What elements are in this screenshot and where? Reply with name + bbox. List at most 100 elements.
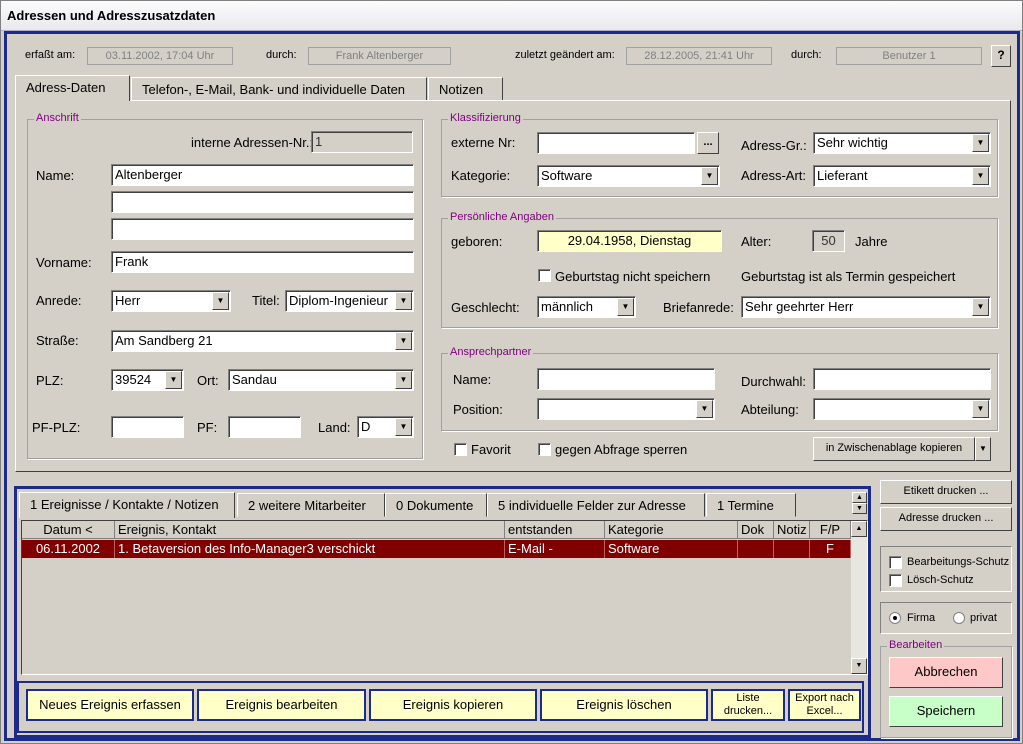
tab-dokumente[interactable]: 0 Dokumente [385,493,487,517]
name-field-2[interactable] [111,191,414,213]
table-scrollbar[interactable]: ▲ ▼ [851,521,867,674]
zwischenablage-button[interactable]: in Zwischenablage kopieren [813,437,975,461]
tab-scroll-down-icon[interactable]: ▼ [852,503,867,514]
loeschschutz-checkbox[interactable] [889,574,902,587]
alter-field: 50 [812,230,845,252]
klassifizierung-title: Klassifizierung [448,112,523,124]
ap-name-field[interactable] [537,368,715,390]
tab-termine[interactable]: 1 Termine [706,493,796,517]
adresse-drucken-button[interactable]: Adresse drucken ... [880,507,1012,531]
adressgr-select[interactable]: Sehr wichtig ▼ [813,132,991,154]
position-select[interactable]: ▼ [537,398,715,420]
chevron-down-icon[interactable]: ▼ [972,400,989,418]
chevron-down-icon[interactable]: ▼ [395,418,412,436]
extnr-label: externe Nr: [451,135,516,150]
anrede-select[interactable]: Herr ▼ [111,290,231,312]
pf-field[interactable] [228,416,301,438]
durchwahl-field[interactable] [813,368,991,390]
bearbeiten-title: Bearbeiten [887,639,945,651]
etikett-drucken-button[interactable]: Etikett drucken ... [880,480,1012,504]
tab-scroll-up-icon[interactable]: ▲ [852,492,867,503]
land-select[interactable]: D ▼ [357,416,414,438]
erfasst-label: erfaßt am: [25,49,76,61]
firma-radio[interactable] [889,612,901,624]
liste-drucken-line1: Liste [736,692,760,704]
zwischenablage-chevron-icon[interactable]: ▼ [975,437,991,461]
col-entstanden[interactable]: entstanden [505,521,605,539]
col-fp[interactable]: F/P [810,521,851,539]
plz-select[interactable]: 39524 ▼ [111,369,184,391]
extnr-browse-button[interactable]: ... [697,132,719,154]
briefanrede-select[interactable]: Sehr geehrter Herr ▼ [741,296,991,318]
ort-select[interactable]: Sandau ▼ [228,369,414,391]
adressart-select[interactable]: Lieferant ▼ [813,165,991,187]
name-field-1[interactable]: Altenberger [111,164,414,186]
privat-label: privat [970,612,997,624]
chevron-down-icon[interactable]: ▼ [395,292,412,310]
durch-label: durch: [266,49,297,61]
help-icon[interactable]: ? [991,45,1011,67]
titel-select[interactable]: Diplom-Ingenieur ▼ [285,290,414,312]
favorit-checkbox[interactable] [454,443,467,456]
tab-individuelle-felder[interactable]: 5 individuelle Felder zur Adresse [487,493,705,517]
chevron-down-icon[interactable]: ▼ [395,371,412,389]
geb-nicht-speichern-checkbox[interactable] [538,269,551,282]
geschlecht-select[interactable]: männlich ▼ [537,296,636,318]
col-kategorie[interactable]: Kategorie [605,521,738,539]
name-field-3[interactable] [111,218,414,240]
chevron-down-icon[interactable]: ▼ [972,134,989,152]
kategorie-select[interactable]: Software ▼ [537,165,720,187]
privat-radio[interactable] [953,612,965,624]
ereignis-bearbeiten-button[interactable]: Ereignis bearbeiten [197,689,366,721]
liste-drucken-line2: drucken... [723,705,773,717]
col-ereignis[interactable]: Ereignis, Kontakt [115,521,505,539]
pfplz-label: PF-PLZ: [32,420,81,435]
export-excel-line2: Excel... [806,705,843,717]
bearbeitungsschutz-checkbox[interactable] [889,556,902,569]
chevron-down-icon[interactable]: ▼ [972,298,989,316]
tab-notizen[interactable]: Notizen [428,77,503,101]
vorname-field[interactable]: Frank [111,251,414,273]
firma-label: Firma [907,612,936,624]
scroll-up-icon[interactable]: ▲ [851,521,867,537]
ereignis-loeschen-button[interactable]: Ereignis löschen [540,689,708,721]
neues-ereignis-button[interactable]: Neues Ereignis erfassen [26,689,194,721]
scroll-down-icon[interactable]: ▼ [851,658,867,674]
sperren-label: gegen Abfrage sperren [555,442,688,457]
tab-mitarbeiter[interactable]: 2 weitere Mitarbeiter [237,493,385,517]
cell-fp: F [810,540,851,558]
liste-drucken-button[interactable]: Liste drucken... [711,689,785,721]
tab-ereignisse[interactable]: 1 Ereignisse / Kontakte / Notizen [19,492,235,518]
kategorie-label: Kategorie: [451,168,511,183]
geboren-field[interactable]: 29.04.1958, Dienstag [537,230,722,252]
abteilung-select[interactable]: ▼ [813,398,991,420]
cell-notiz [774,540,810,558]
chevron-down-icon[interactable]: ▼ [617,298,634,316]
plz-value: 39524 [115,372,152,387]
tab-telefon-email[interactable]: Telefon-, E-Mail, Bank- und individuelle… [131,77,427,101]
tab-adress-daten[interactable]: Adress-Daten [15,75,130,101]
anrede-label: Anrede: [36,293,82,308]
col-notiz[interactable]: Notiz [774,521,810,539]
chevron-down-icon[interactable]: ▼ [395,332,412,350]
col-dok[interactable]: Dok [738,521,774,539]
strasse-select[interactable]: Am Sandberg 21 ▼ [111,330,414,352]
export-excel-button[interactable]: Export nach Excel... [788,689,861,721]
extnr-field[interactable] [537,132,695,154]
table-row[interactable]: 06.11.2002 1. Betaversion des Info-Manag… [22,540,851,558]
pfplz-field[interactable] [111,416,184,438]
chevron-down-icon[interactable]: ▼ [701,167,718,185]
sperren-checkbox[interactable] [538,443,551,456]
speichern-button[interactable]: Speichern [889,696,1003,727]
anrede-value: Herr [115,293,141,308]
durch-label-2: durch: [791,49,822,61]
geb-nicht-speichern-label: Geburtstag nicht speichern [555,269,711,284]
chevron-down-icon[interactable]: ▼ [696,400,713,418]
chevron-down-icon[interactable]: ▼ [972,167,989,185]
chevron-down-icon[interactable]: ▼ [212,292,229,310]
ereignis-kopieren-button[interactable]: Ereignis kopieren [369,689,537,721]
chevron-down-icon[interactable]: ▼ [165,371,182,389]
col-datum[interactable]: Datum < [22,521,115,539]
abteilung-label: Abteilung: [741,402,799,417]
abbrechen-button[interactable]: Abbrechen [889,657,1003,688]
